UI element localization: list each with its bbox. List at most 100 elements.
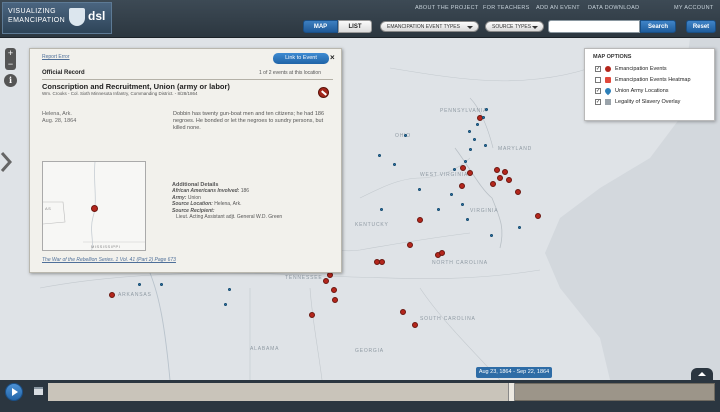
union-army-marker[interactable] — [393, 163, 396, 166]
timeline-handle[interactable] — [508, 383, 515, 401]
emancipation-event-marker[interactable] — [439, 250, 445, 256]
source-types-dropdown[interactable]: SOURCE TYPES — [485, 21, 544, 32]
details-key: Source Recipient: — [172, 207, 215, 214]
emancipation-event-marker[interactable] — [400, 309, 406, 315]
union-army-marker[interactable] — [138, 283, 141, 286]
option-slavery-overlay[interactable]: ✓ Legality of Slavery Overlay — [595, 98, 713, 107]
option-emancipation-events[interactable]: ✓ Emancipation Events — [595, 65, 713, 74]
union-army-marker[interactable] — [418, 188, 421, 191]
union-army-marker[interactable] — [482, 116, 485, 119]
emancipation-event-marker[interactable] — [109, 292, 115, 298]
emancipation-event-marker[interactable] — [323, 278, 329, 284]
emancipation-event-marker[interactable] — [502, 169, 508, 175]
union-army-marker[interactable] — [476, 123, 479, 126]
search-input[interactable] — [548, 20, 640, 33]
zoom-out-button[interactable]: − — [5, 59, 16, 70]
option-label: Union Army Locations — [615, 88, 669, 94]
map-view-button[interactable]: MAP — [303, 20, 338, 33]
emancipation-event-marker[interactable] — [515, 189, 521, 195]
emancipation-event-marker[interactable] — [494, 167, 500, 173]
state-label-ohio: OHIO — [395, 133, 411, 139]
emancipation-event-marker[interactable] — [497, 175, 503, 181]
emancipation-event-marker[interactable] — [309, 312, 315, 318]
union-army-marker[interactable] — [490, 234, 493, 237]
union-army-marker[interactable] — [224, 303, 227, 306]
union-army-marker[interactable] — [380, 208, 383, 211]
union-army-marker[interactable] — [473, 138, 476, 141]
report-error-link[interactable]: Report Error — [42, 54, 70, 60]
event-subtitle: Wm. Crooks - Col. Sixth Minnesota Infant… — [42, 91, 198, 96]
union-army-marker[interactable] — [228, 288, 231, 291]
emancipation-event-marker[interactable] — [506, 177, 512, 183]
checkbox[interactable]: ✓ — [595, 99, 601, 105]
calendar-icon[interactable] — [34, 387, 43, 395]
event-narrative: Dobbin has twenty gun-boat men and ten c… — [173, 111, 325, 131]
details-key: African Americans Involved: — [172, 188, 240, 195]
event-place-date: Helena, Ark. Aug. 28, 1864 — [42, 111, 76, 125]
emancipation-event-marker[interactable] — [460, 165, 466, 171]
emancipation-event-marker[interactable] — [417, 217, 423, 223]
details-value: Helena, Ark. — [214, 201, 242, 208]
details-key: Army: — [172, 194, 187, 201]
chevron-up-icon[interactable] — [691, 368, 713, 380]
record-type: Official Record — [42, 70, 85, 76]
timeline-range-label: Aug 23, 1864 - Sep 22, 1864 — [476, 367, 552, 378]
union-army-marker[interactable] — [160, 283, 163, 286]
additional-details: Additional Details African Americans Inv… — [172, 182, 332, 220]
union-army-marker[interactable] — [450, 193, 453, 196]
option-events-heatmap[interactable]: Emancipation Events Heatmap — [595, 76, 713, 85]
close-icon[interactable]: × — [330, 53, 335, 62]
chevron-right-icon[interactable] — [0, 152, 12, 172]
option-label: Legality of Slavery Overlay — [615, 99, 681, 105]
source-citation-link[interactable]: The War of the Rebellion Series. 1 Vol. … — [42, 257, 176, 263]
source-types-label: SOURCE TYPES — [492, 24, 532, 30]
checkbox[interactable] — [595, 77, 601, 83]
emancipation-event-marker[interactable] — [331, 287, 337, 293]
search-button[interactable]: Search — [640, 20, 676, 33]
emancipation-event-marker[interactable] — [490, 181, 496, 187]
nav-teachers[interactable]: FOR TEACHERS — [483, 5, 530, 11]
union-army-marker[interactable] — [404, 134, 407, 137]
union-army-marker[interactable] — [469, 148, 472, 151]
list-view-button[interactable]: LIST — [338, 20, 372, 33]
emancipation-event-marker[interactable] — [332, 297, 338, 303]
zoom-in-button[interactable]: + — [5, 48, 16, 59]
union-army-marker[interactable] — [464, 160, 467, 163]
union-army-marker[interactable] — [378, 154, 381, 157]
emancipation-event-marker[interactable] — [535, 213, 541, 219]
union-army-marker[interactable] — [468, 130, 471, 133]
nav-data-download[interactable]: DATA DOWNLOAD — [588, 5, 639, 11]
details-key: Source Location: — [172, 201, 213, 208]
union-army-marker[interactable] — [453, 168, 456, 171]
event-type-icon — [318, 87, 329, 98]
option-union-army[interactable]: ✓ Union Army Locations — [595, 86, 713, 96]
union-army-marker[interactable] — [461, 203, 464, 206]
state-label-west-virginia: WEST VIRGINIA — [420, 172, 469, 178]
toolbar: MAP LIST EMANCIPATION EVENT TYPES SOURCE… — [0, 16, 720, 38]
info-icon[interactable]: i — [4, 74, 17, 87]
union-army-marker[interactable] — [518, 226, 521, 229]
emancipation-event-marker[interactable] — [407, 242, 413, 248]
union-army-marker[interactable] — [466, 218, 469, 221]
nav-about[interactable]: ABOUT THE PROJECT — [415, 5, 479, 11]
nav-add-event[interactable]: ADD AN EVENT — [536, 5, 580, 11]
nav-my-account[interactable]: MY ACCOUNT — [674, 5, 714, 11]
union-army-marker[interactable] — [485, 108, 488, 111]
checkbox[interactable]: ✓ — [595, 88, 601, 94]
state-label-arkansas: ARKANSAS — [118, 292, 152, 298]
state-label-north-carolina: NORTH CAROLINA — [432, 260, 488, 266]
union-army-marker[interactable] — [437, 208, 440, 211]
checkbox[interactable]: ✓ — [595, 66, 601, 72]
inset-label-mississippi: MISSISSIPPI — [91, 244, 121, 249]
union-army-marker[interactable] — [484, 144, 487, 147]
reset-button[interactable]: Reset — [686, 20, 716, 33]
location-inset-map: AS MISSISSIPPI — [42, 161, 146, 251]
emancipation-event-marker[interactable] — [459, 183, 465, 189]
event-types-dropdown[interactable]: EMANCIPATION EVENT TYPES — [380, 21, 479, 32]
emancipation-event-marker[interactable] — [374, 259, 380, 265]
link-to-event-button[interactable]: Link to Event — [273, 53, 329, 64]
emancipation-event-marker[interactable] — [467, 170, 473, 176]
event-title: Conscription and Recruitment, Union (arm… — [42, 82, 230, 91]
play-button[interactable] — [5, 383, 23, 401]
emancipation-event-marker[interactable] — [412, 322, 418, 328]
